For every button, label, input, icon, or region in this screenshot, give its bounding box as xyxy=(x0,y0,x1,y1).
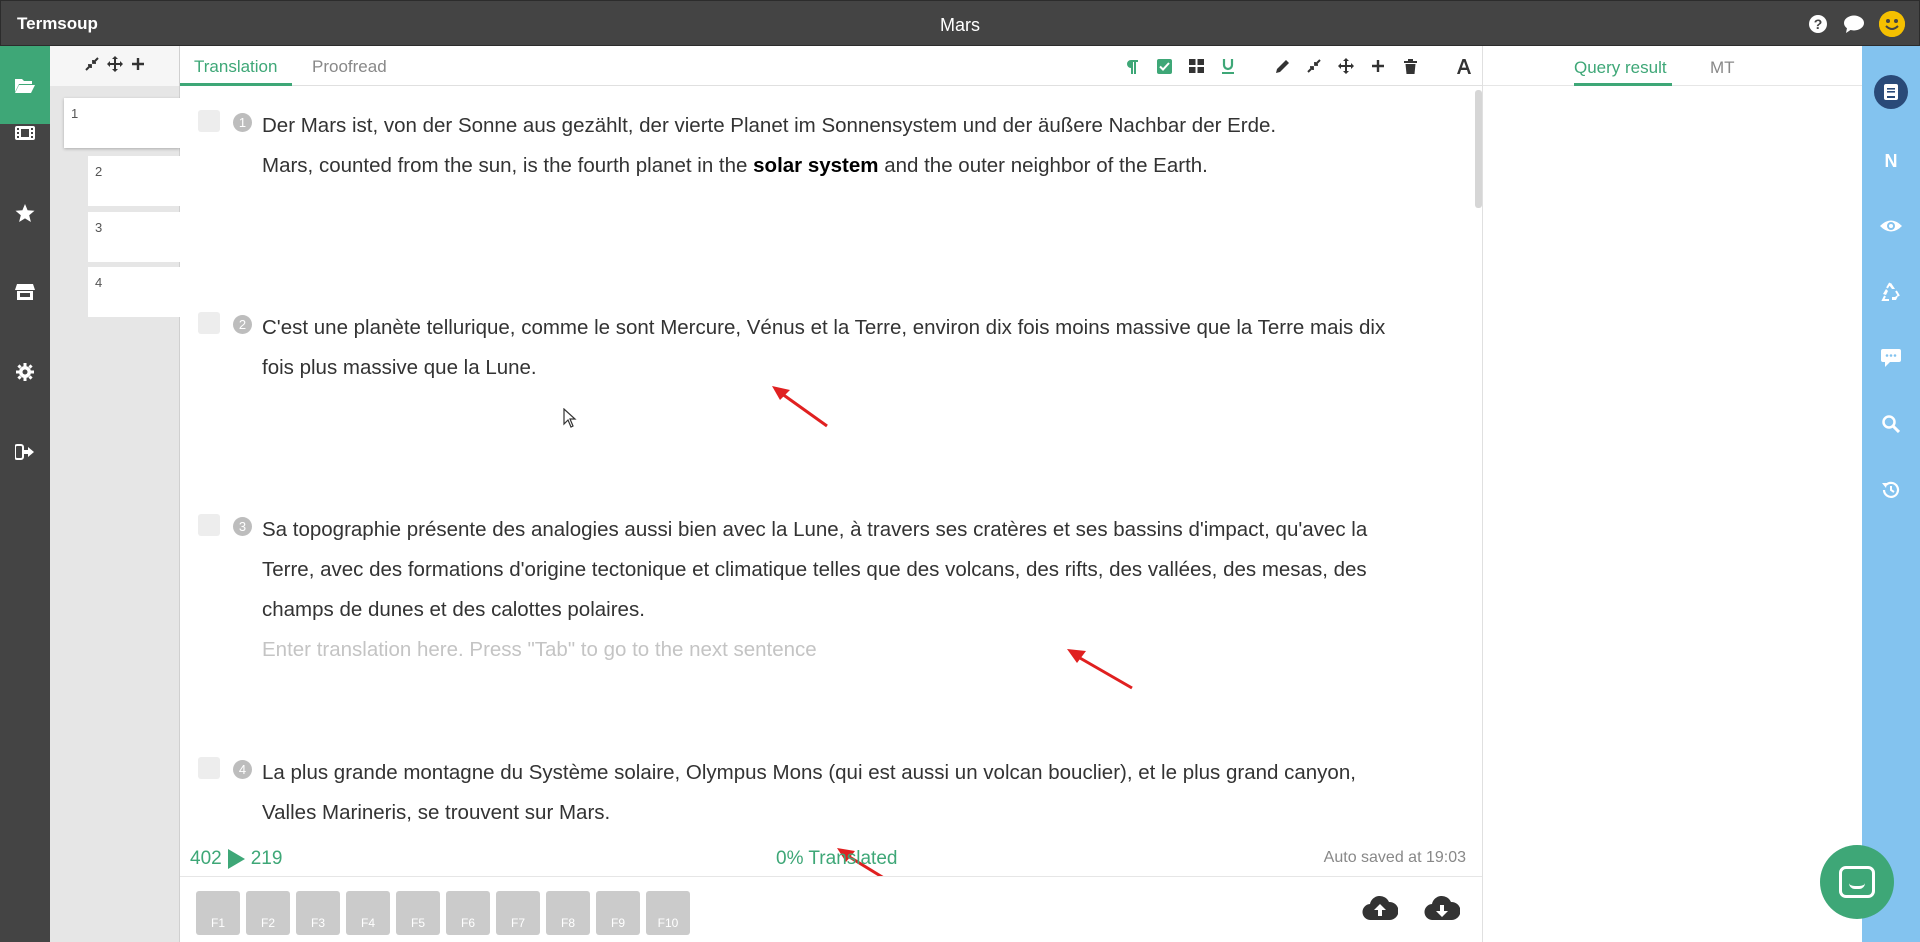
highlighted-term[interactable]: solar system xyxy=(753,154,878,177)
tab-translation[interactable]: Translation xyxy=(194,57,277,77)
annotation-arrow xyxy=(772,386,828,428)
tab-proofread[interactable]: Proofread xyxy=(312,57,387,77)
minimap-page-number: 2 xyxy=(95,164,103,179)
minimap-page-number: 4 xyxy=(95,275,103,290)
sign-out-icon[interactable] xyxy=(0,413,50,491)
play-icon xyxy=(227,849,245,869)
film-icon[interactable] xyxy=(0,94,50,172)
left-nav xyxy=(0,46,50,942)
autosave-status: Auto saved at 19:03 xyxy=(1323,849,1466,866)
minimap-page-3[interactable]: 3 xyxy=(88,212,180,262)
paragraph-icon[interactable] xyxy=(1122,56,1142,76)
translation-text-part: Mars, counted from the sun, is the fourt… xyxy=(262,154,754,177)
translation-input[interactable]: Enter translation here. Press "Tab" to g… xyxy=(262,630,1392,670)
annotation-arrow xyxy=(1067,649,1133,690)
help-icon[interactable]: ? xyxy=(1807,13,1829,35)
translation-text[interactable]: Mars, counted from the sun, is the fourt… xyxy=(262,146,1392,186)
segment-checkbox[interactable] xyxy=(198,757,220,779)
document-title: Mars xyxy=(940,15,980,35)
editor: Translation Proofread 1 Der Mars ist, vo… xyxy=(180,46,1482,942)
source-text: Der Mars ist, von der Sonne aus gezählt,… xyxy=(262,114,1277,137)
cloud-download-icon[interactable] xyxy=(1424,895,1461,928)
segment-checkbox[interactable] xyxy=(198,110,220,132)
support-chat-button[interactable] xyxy=(1820,845,1894,919)
comment-icon[interactable] xyxy=(1862,338,1920,378)
minimap-page-2[interactable]: 2 xyxy=(88,156,180,206)
recycle-icon[interactable] xyxy=(1862,272,1920,312)
move-icon[interactable] xyxy=(1336,56,1356,76)
editor-scrollbar[interactable] xyxy=(1475,90,1482,208)
translation-text-part: and the outer neighbor of the Earth. xyxy=(878,154,1208,177)
segment-list: 1 Der Mars ist, von der Sonne aus gezähl… xyxy=(180,86,1470,876)
chat-icon xyxy=(1839,866,1875,898)
grid-icon[interactable] xyxy=(1186,56,1206,76)
store-icon[interactable] xyxy=(0,253,50,331)
font-icon[interactable] xyxy=(1454,56,1474,76)
f2-key[interactable]: F2 xyxy=(246,891,290,935)
f5-key[interactable]: F5 xyxy=(396,891,440,935)
right-rail: N xyxy=(1862,46,1920,942)
segment-checkbox[interactable] xyxy=(198,312,220,334)
segment-minimap: 1 2 3 4 xyxy=(50,46,180,942)
f4-key[interactable]: F4 xyxy=(346,891,390,935)
f10-key[interactable]: F10 xyxy=(646,891,690,935)
eye-icon[interactable] xyxy=(1862,206,1920,246)
underline-icon[interactable] xyxy=(1218,56,1238,76)
star-icon[interactable] xyxy=(0,174,50,252)
svg-text:?: ? xyxy=(1814,16,1823,32)
segment-checkbox[interactable] xyxy=(198,514,220,536)
source-text: C'est une planète tellurique, comme le s… xyxy=(262,316,1386,379)
n-icon[interactable]: N xyxy=(1862,141,1920,181)
source-char-count: 402 xyxy=(190,848,222,869)
f9-key[interactable]: F9 xyxy=(596,891,640,935)
editor-toolbar xyxy=(1122,56,1474,76)
history-icon[interactable] xyxy=(1862,470,1920,510)
plus-icon[interactable] xyxy=(1368,56,1388,76)
source-text: La plus grande montagne du Système solai… xyxy=(262,761,1356,824)
translated-progress: 0% Translated xyxy=(776,848,898,869)
chat-icon[interactable] xyxy=(1843,13,1865,35)
f1-key[interactable]: F1 xyxy=(196,891,240,935)
target-char-count: 219 xyxy=(250,848,283,869)
cloud-upload-icon[interactable] xyxy=(1362,895,1399,928)
editor-tabs: Translation Proofread xyxy=(180,46,1482,86)
mouse-cursor-icon xyxy=(563,408,577,428)
segment-number: 3 xyxy=(233,517,252,536)
search-icon[interactable] xyxy=(1862,404,1920,444)
tab-query-result[interactable]: Query result xyxy=(1574,58,1667,78)
trash-icon[interactable] xyxy=(1400,56,1420,76)
f7-key[interactable]: F7 xyxy=(496,891,540,935)
gear-icon[interactable] xyxy=(0,333,50,411)
minimap-page-1[interactable]: 1 xyxy=(64,98,180,148)
right-panel: Query result MT xyxy=(1482,46,1862,942)
minimap-page-number: 3 xyxy=(95,220,103,235)
compress-icon[interactable] xyxy=(1304,56,1324,76)
top-bar: Termsoup Mars ? xyxy=(0,0,1920,46)
compress-icon[interactable] xyxy=(84,57,99,75)
checkbox-icon[interactable] xyxy=(1154,56,1174,76)
segment-number: 1 xyxy=(233,113,252,132)
minimap-page-4[interactable]: 4 xyxy=(88,267,180,317)
move-icon[interactable] xyxy=(106,56,123,76)
f3-key[interactable]: F3 xyxy=(296,891,340,935)
f8-key[interactable]: F8 xyxy=(546,891,590,935)
source-text: Sa topographie présente des analogies au… xyxy=(262,518,1368,621)
function-keys: F1 F2 F3 F4 F5 F6 F7 F8 F9 F10 xyxy=(180,876,1482,942)
status-bar: 402 219 0% Translated Auto saved at 19:0… xyxy=(180,836,1482,876)
tab-mt[interactable]: MT xyxy=(1710,58,1735,78)
minimap-page-number: 1 xyxy=(71,106,79,121)
plus-icon[interactable] xyxy=(131,57,145,75)
active-tab-indicator xyxy=(1574,83,1672,86)
char-count: 402 219 xyxy=(190,848,282,870)
segment-number: 4 xyxy=(233,760,252,779)
f6-key[interactable]: F6 xyxy=(446,891,490,935)
book-icon[interactable] xyxy=(1862,72,1920,112)
segment-number: 2 xyxy=(233,315,252,334)
smiley-avatar[interactable] xyxy=(1879,11,1905,37)
pencil-icon[interactable] xyxy=(1272,56,1292,76)
